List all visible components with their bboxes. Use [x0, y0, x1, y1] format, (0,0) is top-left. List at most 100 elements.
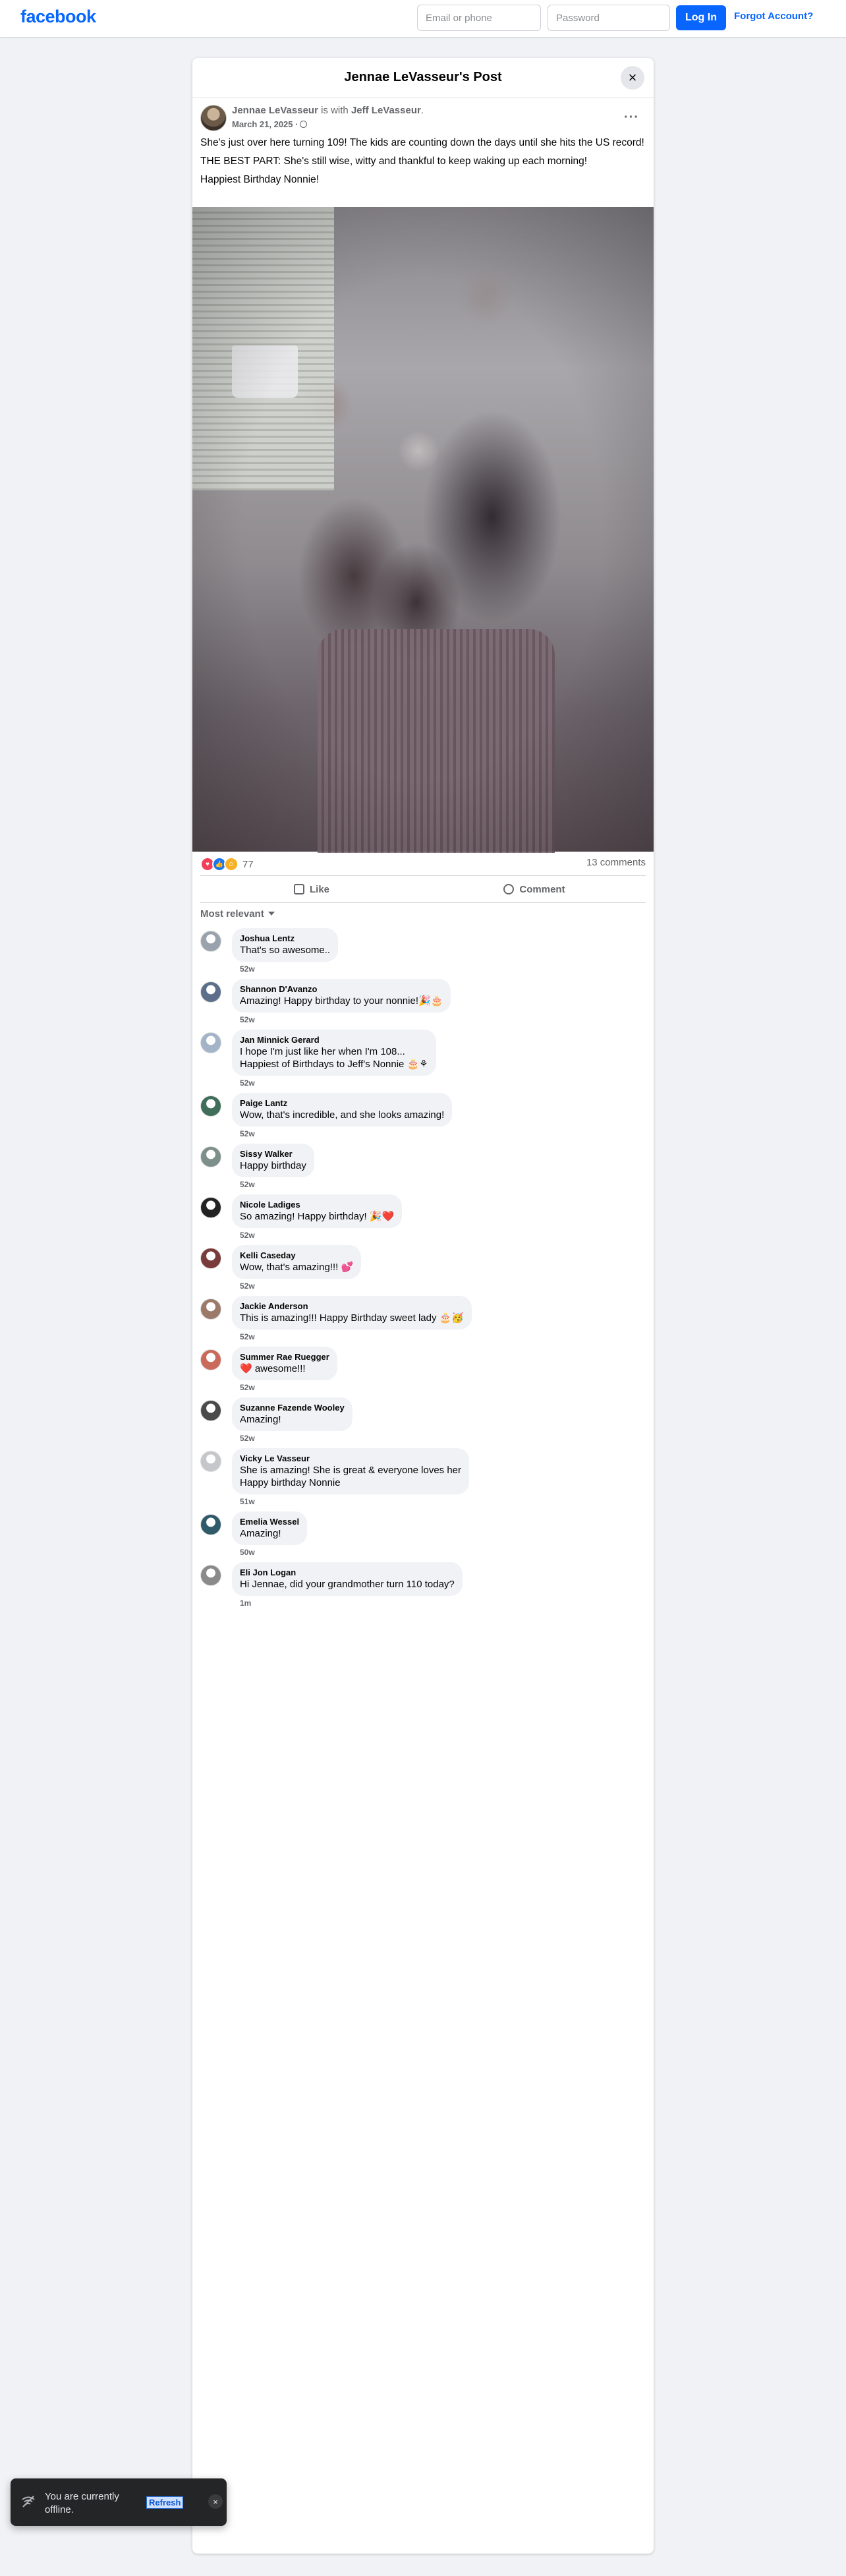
- commenter-avatar[interactable]: [200, 1514, 221, 1535]
- comment-text: I hope I'm just like her when I'm 108...…: [240, 1046, 428, 1070]
- comment-timestamp[interactable]: 51w: [232, 1494, 646, 1508]
- wifi-off-icon: [22, 2496, 35, 2507]
- care-reaction-icon: ☺: [224, 857, 239, 871]
- commenter-avatar[interactable]: [200, 981, 221, 1003]
- commenter-avatar[interactable]: [200, 1299, 221, 1320]
- commenter-avatar[interactable]: [200, 1400, 221, 1421]
- comment-text: Wow, that's amazing!!! 💕: [240, 1262, 354, 1273]
- commenter-name-link[interactable]: Paige Lantz: [240, 1098, 444, 1109]
- comment-bubble: Suzanne Fazende Wooley Amazing!: [232, 1397, 352, 1431]
- tagged-user-link[interactable]: Jeff LeVasseur: [351, 105, 421, 116]
- author-line: Jennae LeVasseur is with Jeff LeVasseur.: [232, 105, 424, 116]
- comment-timestamp[interactable]: 50w: [232, 1545, 646, 1558]
- email-input[interactable]: [417, 5, 541, 31]
- comment-timestamp[interactable]: 52w: [232, 1127, 646, 1140]
- commenter-avatar[interactable]: [200, 1032, 221, 1053]
- post-dialog: Jennae LeVasseur's Post × Jennae LeVasse…: [192, 58, 654, 2554]
- comment-text: Amazing!: [240, 1528, 281, 1539]
- refresh-button[interactable]: Refresh: [146, 2496, 184, 2509]
- facebook-logo[interactable]: facebook: [20, 7, 96, 27]
- commenter-avatar[interactable]: [200, 1349, 221, 1370]
- comment-bubble: Jan Minnick Gerard I hope I'm just like h…: [232, 1030, 436, 1076]
- comment-timestamp[interactable]: 52w: [232, 1279, 646, 1292]
- comment-item: Paige Lantz Wow, that's incredible, and s…: [200, 1093, 646, 1140]
- like-button[interactable]: Like: [200, 876, 423, 902]
- comment-text: Hi Jennae, did your grandmother turn 110…: [240, 1579, 455, 1590]
- offline-toast: You are currently offline. Refresh ×: [11, 2478, 227, 2526]
- author-avatar[interactable]: [200, 105, 227, 131]
- commenter-avatar[interactable]: [200, 1451, 221, 1472]
- comment-text: Amazing! Happy birthday to your nonnie!🎉…: [240, 995, 443, 1007]
- top-navigation-bar: facebook Log In Forgot Account?: [0, 0, 846, 37]
- comments-list: Joshua Lentz That's so awesome.. 52w Shanno…: [200, 928, 646, 1613]
- comment-bubble: Vicky Le Vasseur She is amazing! She is g…: [232, 1448, 470, 1494]
- close-icon[interactable]: ×: [208, 2494, 223, 2509]
- commenter-name-link[interactable]: Summer Rae Ruegger: [240, 1352, 329, 1362]
- comment-bubble: Joshua Lentz That's so awesome..: [232, 928, 339, 962]
- caret-down-icon: [268, 912, 275, 916]
- commenter-avatar[interactable]: [200, 1565, 221, 1586]
- commenter-name-link[interactable]: Nicole Ladiges: [240, 1200, 394, 1210]
- commenter-avatar[interactable]: [200, 1146, 221, 1167]
- commenter-avatar[interactable]: [200, 1248, 221, 1269]
- comment-timestamp[interactable]: 52w: [232, 1076, 646, 1089]
- commenter-avatar[interactable]: [200, 1197, 221, 1218]
- post-photo[interactable]: [192, 207, 654, 853]
- commenter-name-link[interactable]: Emelia Wessel: [240, 1517, 299, 1527]
- login-button[interactable]: Log In: [676, 5, 726, 30]
- comment-item: Suzanne Fazende Wooley Amazing! 52w: [200, 1397, 646, 1444]
- comment-timestamp[interactable]: 52w: [232, 962, 646, 975]
- comment-label: Comment: [519, 883, 565, 895]
- commenter-name-link[interactable]: Vicky Le Vasseur: [240, 1453, 461, 1464]
- commenter-name-link[interactable]: Shannon D'Avanzo: [240, 984, 443, 995]
- comment-bubble: Summer Rae Ruegger ❤️ awesome!!!: [232, 1347, 337, 1380]
- comment-bubble: Shannon D'Avanzo Amazing! Happy birthday …: [232, 979, 451, 1012]
- comment-bubble: Kelli Caseday Wow, that's amazing!!! 💕: [232, 1245, 362, 1279]
- comment-bubble: Eli Jon Logan Hi Jennae, did your grandmo…: [232, 1562, 463, 1596]
- comment-text: Amazing!: [240, 1414, 281, 1425]
- comment-button[interactable]: Comment: [423, 876, 646, 902]
- forgot-account-link[interactable]: Forgot Account?: [734, 11, 813, 22]
- comment-timestamp[interactable]: 52w: [232, 1012, 646, 1026]
- commenter-avatar[interactable]: [200, 931, 221, 952]
- period-text: .: [420, 105, 424, 116]
- commenter-name-link[interactable]: Kelli Caseday: [240, 1250, 353, 1261]
- post-date[interactable]: March 21, 2025 ·: [232, 119, 308, 129]
- comment-text: Happy birthday: [240, 1160, 306, 1171]
- post-dialog-title: Jennae LeVasseur's Post: [344, 70, 502, 84]
- author-name-link[interactable]: Jennae LeVasseur: [232, 105, 318, 116]
- comment-item: Nicole Ladiges So amazing! Happy birthday…: [200, 1194, 646, 1241]
- comment-sort-dropdown[interactable]: Most relevant: [200, 908, 275, 920]
- reactions-summary[interactable]: ♥ 👍 ☺ 77: [200, 857, 254, 871]
- comment-item: Eli Jon Logan Hi Jennae, did your grandmo…: [200, 1562, 646, 1609]
- comment-text: Wow, that's incredible, and she looks am…: [240, 1109, 445, 1121]
- globe-icon: [300, 121, 308, 128]
- comment-timestamp[interactable]: 52w: [232, 1380, 646, 1393]
- thumbs-up-icon: [293, 884, 304, 894]
- password-input[interactable]: [548, 5, 670, 31]
- comment-item: Sissy Walker Happy birthday 52w: [200, 1144, 646, 1190]
- commenter-name-link[interactable]: Eli Jon Logan: [240, 1567, 455, 1578]
- close-icon[interactable]: ×: [621, 66, 644, 90]
- commenter-name-link[interactable]: Joshua Lentz: [240, 933, 330, 944]
- comment-timestamp[interactable]: 52w: [232, 1330, 646, 1343]
- post-actions-bar: Like Comment: [200, 875, 646, 903]
- commenter-name-link[interactable]: Jackie Anderson: [240, 1301, 464, 1312]
- commenter-name-link[interactable]: Suzanne Fazende Wooley: [240, 1403, 345, 1413]
- comment-timestamp[interactable]: 52w: [232, 1431, 646, 1444]
- comment-item: Summer Rae Ruegger ❤️ awesome!!! 52w: [200, 1347, 646, 1393]
- with-text: is with: [318, 105, 351, 116]
- comment-item: Shannon D'Avanzo Amazing! Happy birthday …: [200, 979, 646, 1026]
- comment-bubble: Nicole Ladiges So amazing! Happy birthday…: [232, 1194, 403, 1228]
- commenter-name-link[interactable]: Sissy Walker: [240, 1149, 306, 1159]
- comment-timestamp[interactable]: 52w: [232, 1228, 646, 1241]
- comments-count-link[interactable]: 13 comments: [586, 857, 646, 868]
- comment-timestamp[interactable]: 1m: [232, 1596, 646, 1609]
- comment-text: That's so awesome..: [240, 945, 331, 956]
- more-options-icon[interactable]: ···: [624, 110, 639, 125]
- commenter-name-link[interactable]: Jan Minnick Gerard: [240, 1035, 428, 1045]
- post-text-line-3: Happiest Birthday Nonnie!: [200, 174, 320, 185]
- comment-timestamp[interactable]: 52w: [232, 1177, 646, 1190]
- commenter-avatar[interactable]: [200, 1096, 221, 1117]
- comment-text: So amazing! Happy birthday! 🎉❤️: [240, 1211, 395, 1222]
